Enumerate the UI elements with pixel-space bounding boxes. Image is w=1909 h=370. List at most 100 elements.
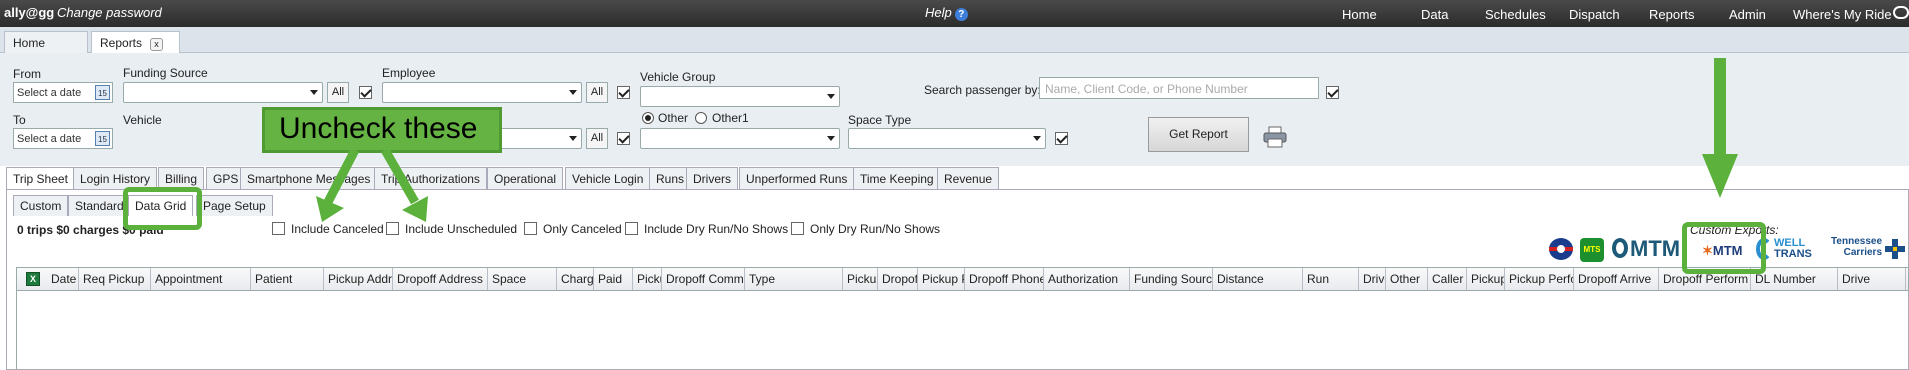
vehicle-all-checkbox[interactable] bbox=[617, 132, 630, 145]
column-header-funding-source[interactable]: Funding Source bbox=[1130, 268, 1213, 290]
only-dry-run-option[interactable]: Only Dry Run/No Shows bbox=[791, 222, 940, 236]
transit-logo-icon[interactable] bbox=[1547, 236, 1575, 262]
column-header-paid[interactable]: Paid bbox=[594, 268, 633, 290]
column-header-dropoff[interactable]: Dropoff bbox=[878, 268, 918, 290]
excel-export-icon[interactable]: X bbox=[26, 272, 40, 286]
from-label: From bbox=[13, 67, 41, 81]
option-label: Include Unscheduled bbox=[405, 222, 518, 236]
subtab-custom[interactable]: Custom bbox=[13, 195, 69, 216]
column-header-pickup[interactable]: Pickup bbox=[843, 268, 878, 290]
column-header-distance[interactable]: Distance bbox=[1213, 268, 1303, 290]
include-canceled-option[interactable]: Include Canceled bbox=[272, 222, 384, 236]
only-canceled-checkbox[interactable] bbox=[524, 222, 537, 235]
column-header-appointment[interactable]: Appointment bbox=[151, 268, 251, 290]
tab-trip-sheet[interactable]: Trip Sheet bbox=[6, 167, 75, 191]
search-passenger-label: Search passenger by: bbox=[924, 83, 1041, 97]
page-tab-home[interactable]: Home bbox=[4, 31, 88, 53]
chat-icon[interactable] bbox=[1893, 6, 1909, 19]
calendar-icon[interactable]: 15 bbox=[95, 131, 110, 146]
close-icon[interactable]: x bbox=[150, 38, 164, 51]
printer-icon[interactable] bbox=[1263, 126, 1287, 148]
column-header-patient[interactable]: Patient bbox=[251, 268, 324, 290]
search-passenger-input[interactable]: Name, Client Code, or Phone Number bbox=[1039, 77, 1319, 99]
tab-unperformed-runs[interactable]: Unperformed Runs bbox=[739, 167, 855, 190]
calendar-icon[interactable]: 15 bbox=[95, 85, 110, 100]
tab-time-keeping[interactable]: Time Keeping bbox=[853, 167, 941, 190]
include-unscheduled-option[interactable]: Include Unscheduled bbox=[386, 222, 517, 236]
search-passenger-checkbox[interactable] bbox=[1326, 86, 1339, 99]
column-header-dropoff-address[interactable]: Dropoff Address bbox=[393, 268, 488, 290]
funding-source-all-button[interactable]: All bbox=[327, 82, 349, 103]
page-tab-label: Reports bbox=[100, 36, 143, 50]
employee-select[interactable] bbox=[382, 82, 582, 103]
other1-radio[interactable] bbox=[695, 112, 707, 124]
get-report-button[interactable]: Get Report bbox=[1148, 117, 1249, 152]
mtm-logo[interactable]: MTM bbox=[1612, 236, 1680, 264]
tennessee-carriers-logo[interactable]: Tennessee Carriers bbox=[1822, 236, 1882, 258]
callout-arrows bbox=[316, 150, 428, 222]
column-header-run[interactable]: Run bbox=[1303, 268, 1359, 290]
funding-source-select[interactable] bbox=[123, 82, 323, 103]
other-select[interactable] bbox=[640, 128, 840, 149]
from-date-input[interactable]: Select a date 15 bbox=[13, 82, 113, 103]
to-label: To bbox=[13, 113, 26, 127]
column-header-driver[interactable]: Driver bbox=[1359, 268, 1386, 290]
column-header-type[interactable]: Type bbox=[745, 268, 843, 290]
include-dry-run-option[interactable]: Include Dry Run/No Shows bbox=[625, 222, 788, 236]
tab-vehicle-login[interactable]: Vehicle Login bbox=[565, 167, 651, 190]
option-label: Include Dry Run/No Shows bbox=[644, 222, 789, 236]
vehicle-all-button[interactable]: All bbox=[586, 128, 608, 149]
help-icon[interactable]: ? bbox=[954, 8, 968, 21]
help-link[interactable]: Help? bbox=[925, 5, 968, 21]
nav-admin[interactable]: Admin bbox=[1729, 7, 1766, 22]
nav-data[interactable]: Data bbox=[1421, 7, 1448, 22]
nav-dispatch[interactable]: Dispatch bbox=[1569, 7, 1620, 22]
column-header-date[interactable]: Date bbox=[47, 268, 79, 290]
employee-all-checkbox[interactable] bbox=[617, 86, 630, 99]
column-header-caller[interactable]: Caller bbox=[1428, 268, 1467, 290]
page-tab-reports[interactable]: Reports x bbox=[91, 31, 180, 53]
employee-label: Employee bbox=[382, 66, 436, 80]
funding-source-all-checkbox[interactable] bbox=[359, 86, 372, 99]
tab-operational[interactable]: Operational bbox=[487, 167, 564, 190]
other-radio[interactable] bbox=[642, 112, 654, 124]
to-date-input[interactable]: Select a date 15 bbox=[13, 128, 113, 149]
column-header-pickup-phone[interactable]: Pickup Phone bbox=[918, 268, 965, 290]
vehicle-group-select[interactable] bbox=[640, 86, 840, 107]
column-header-drive[interactable]: Drive bbox=[1838, 268, 1906, 290]
nav-reports[interactable]: Reports bbox=[1649, 7, 1695, 22]
subtab-standard[interactable]: Standard bbox=[68, 195, 131, 216]
only-canceled-option[interactable]: Only Canceled bbox=[524, 222, 622, 236]
space-type-select[interactable] bbox=[848, 128, 1046, 149]
tab-runs[interactable]: Runs bbox=[649, 167, 692, 190]
column-header-req-pickup[interactable]: Req Pickup bbox=[79, 268, 151, 290]
include-dry-run-checkbox[interactable] bbox=[625, 222, 638, 235]
column-header-charge[interactable]: Charge bbox=[557, 268, 594, 290]
column-header-other[interactable]: Other bbox=[1386, 268, 1428, 290]
change-password-link[interactable]: Change password bbox=[57, 5, 162, 20]
include-canceled-checkbox[interactable] bbox=[272, 222, 285, 235]
column-header-authorization[interactable]: Authorization bbox=[1044, 268, 1130, 290]
tab-drivers[interactable]: Drivers bbox=[686, 167, 738, 190]
nav-home[interactable]: Home bbox=[1342, 7, 1377, 22]
employee-all-button[interactable]: All bbox=[586, 82, 608, 103]
data-grid-body bbox=[16, 291, 1909, 370]
down-arrow-icon bbox=[1702, 58, 1738, 198]
column-header-pickup-comment[interactable]: Pickup Comment bbox=[633, 268, 662, 290]
column-header-dropoff-phone[interactable]: Dropoff Phone bbox=[965, 268, 1044, 290]
column-header-pickup-address[interactable]: Pickup Address bbox=[324, 268, 393, 290]
subtab-page-setup[interactable]: Page Setup bbox=[196, 195, 273, 216]
space-type-checkbox[interactable] bbox=[1055, 132, 1068, 145]
column-header-pickup-perform[interactable]: Pickup Perform bbox=[1505, 268, 1574, 290]
chevron-down-icon bbox=[827, 94, 835, 99]
nav-schedules[interactable]: Schedules bbox=[1485, 7, 1546, 22]
nav-wheres-my-ride[interactable]: Where's My Ride bbox=[1793, 7, 1892, 22]
cross-logo-icon[interactable] bbox=[1884, 238, 1906, 260]
tab-revenue[interactable]: Revenue bbox=[937, 167, 1000, 190]
column-header-pickup-arrive[interactable]: Pickup Arrive bbox=[1467, 268, 1505, 290]
column-header-dropoff-arrive[interactable]: Dropoff Arrive bbox=[1574, 268, 1659, 290]
only-dry-run-checkbox[interactable] bbox=[791, 222, 804, 235]
column-header-dropoff-comment[interactable]: Dropoff Comment bbox=[662, 268, 745, 290]
mts-logo[interactable]: MTS bbox=[1580, 238, 1604, 262]
column-header-space[interactable]: Space bbox=[488, 268, 557, 290]
